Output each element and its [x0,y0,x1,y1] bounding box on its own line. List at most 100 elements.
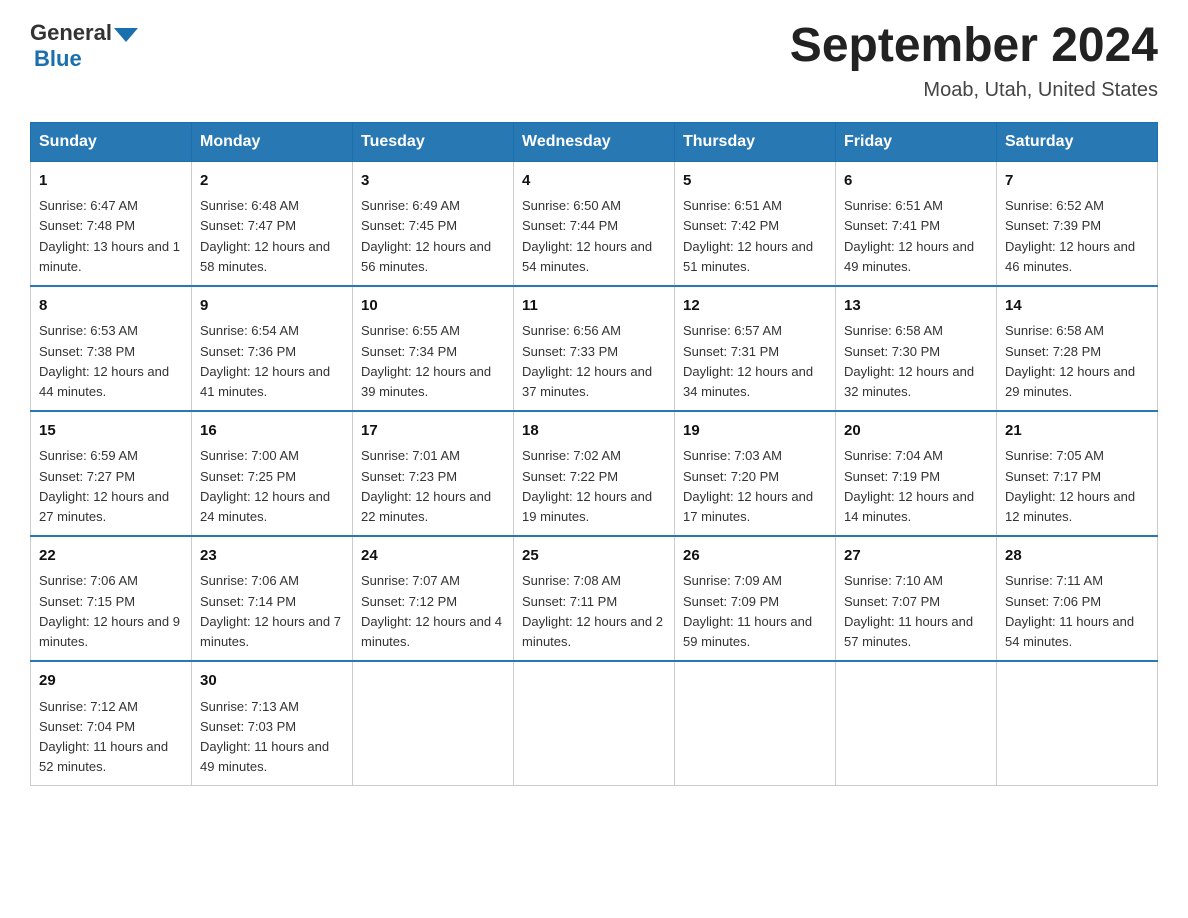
calendar-cell [997,661,1158,786]
column-header-saturday: Saturday [997,122,1158,161]
calendar-cell: 22Sunrise: 7:06 AMSunset: 7:15 PMDayligh… [31,536,192,661]
day-info: Sunrise: 6:51 AMSunset: 7:42 PMDaylight:… [683,196,827,277]
column-header-wednesday: Wednesday [514,122,675,161]
calendar-cell: 20 Sunrise: 7:04 AMSunset: 7:19 PMDayligh… [836,411,997,536]
calendar-cell: 4 Sunrise: 6:50 AMSunset: 7:44 PMDaylight… [514,161,675,286]
day-info: Sunrise: 6:54 AMSunset: 7:36 PMDaylight:… [200,321,344,402]
header-row: SundayMondayTuesdayWednesdayThursdayFrid… [31,122,1158,161]
day-info: Sunrise: 7:11 AMSunset: 7:06 PMDaylight:… [1005,571,1149,652]
day-info: Sunrise: 6:58 AMSunset: 7:30 PMDaylight:… [844,321,988,402]
day-number: 19 [683,420,827,443]
day-number: 14 [1005,295,1149,318]
day-number: 25 [522,545,666,568]
day-number: 8 [39,295,183,318]
calendar-cell [675,661,836,786]
page-header: General Blue September 2024 Moab, Utah, … [30,20,1158,102]
day-info: Sunrise: 7:12 AMSunset: 7:04 PMDaylight:… [39,697,183,778]
day-info: Sunrise: 6:49 AMSunset: 7:45 PMDaylight:… [361,196,505,277]
day-number: 22 [39,545,183,568]
day-info: Sunrise: 6:57 AMSunset: 7:31 PMDaylight:… [683,321,827,402]
logo-text-blue: Blue [34,46,82,72]
calendar-cell: 17 Sunrise: 7:01 AMSunset: 7:23 PMDayligh… [353,411,514,536]
column-header-monday: Monday [192,122,353,161]
calendar-cell [514,661,675,786]
logo-text-general: General [30,20,112,46]
title-section: September 2024 Moab, Utah, United States [790,20,1158,102]
calendar-cell: 29 Sunrise: 7:12 AMSunset: 7:04 PMDayligh… [31,661,192,786]
calendar-subtitle: Moab, Utah, United States [790,79,1158,102]
calendar-cell: 1 Sunrise: 6:47 AMSunset: 7:48 PMDaylight… [31,161,192,286]
day-number: 6 [844,170,988,193]
column-header-tuesday: Tuesday [353,122,514,161]
calendar-cell [353,661,514,786]
calendar-week-row: 22Sunrise: 7:06 AMSunset: 7:15 PMDayligh… [31,536,1158,661]
day-info: Sunrise: 6:52 AMSunset: 7:39 PMDaylight:… [1005,196,1149,277]
day-number: 15 [39,420,183,443]
day-info: Sunrise: 7:01 AMSunset: 7:23 PMDaylight:… [361,446,505,527]
calendar-cell: 15 Sunrise: 6:59 AMSunset: 7:27 PMDayligh… [31,411,192,536]
logo: General Blue [30,20,138,72]
day-info: Sunrise: 7:06 AMSunset: 7:14 PMDaylight:… [200,571,344,652]
calendar-cell: 21 Sunrise: 7:05 AMSunset: 7:17 PMDayligh… [997,411,1158,536]
day-number: 17 [361,420,505,443]
day-info: Sunrise: 6:47 AMSunset: 7:48 PMDaylight:… [39,196,183,277]
day-number: 7 [1005,170,1149,193]
calendar-cell: 10Sunrise: 6:55 AMSunset: 7:34 PMDayligh… [353,286,514,411]
day-number: 2 [200,170,344,193]
calendar-cell: 7 Sunrise: 6:52 AMSunset: 7:39 PMDaylight… [997,161,1158,286]
calendar-cell: 16 Sunrise: 7:00 AMSunset: 7:25 PMDayligh… [192,411,353,536]
calendar-cell: 14 Sunrise: 6:58 AMSunset: 7:28 PMDayligh… [997,286,1158,411]
calendar-cell: 27 Sunrise: 7:10 AMSunset: 7:07 PMDayligh… [836,536,997,661]
day-number: 5 [683,170,827,193]
calendar-cell: 3Sunrise: 6:49 AMSunset: 7:45 PMDaylight… [353,161,514,286]
day-info: Sunrise: 6:59 AMSunset: 7:27 PMDaylight:… [39,446,183,527]
day-info: Sunrise: 6:53 AMSunset: 7:38 PMDaylight:… [39,321,183,402]
day-info: Sunrise: 7:02 AMSunset: 7:22 PMDaylight:… [522,446,666,527]
day-info: Sunrise: 6:50 AMSunset: 7:44 PMDaylight:… [522,196,666,277]
day-number: 26 [683,545,827,568]
calendar-cell: 6 Sunrise: 6:51 AMSunset: 7:41 PMDaylight… [836,161,997,286]
calendar-cell: 8 Sunrise: 6:53 AMSunset: 7:38 PMDaylight… [31,286,192,411]
day-info: Sunrise: 6:58 AMSunset: 7:28 PMDaylight:… [1005,321,1149,402]
calendar-cell: 18 Sunrise: 7:02 AMSunset: 7:22 PMDayligh… [514,411,675,536]
calendar-cell: 13 Sunrise: 6:58 AMSunset: 7:30 PMDayligh… [836,286,997,411]
day-info: Sunrise: 7:00 AMSunset: 7:25 PMDaylight:… [200,446,344,527]
day-number: 28 [1005,545,1149,568]
calendar-table: SundayMondayTuesdayWednesdayThursdayFrid… [30,122,1158,786]
calendar-cell [836,661,997,786]
day-number: 23 [200,545,344,568]
column-header-friday: Friday [836,122,997,161]
day-number: 27 [844,545,988,568]
day-number: 29 [39,670,183,693]
calendar-cell: 30Sunrise: 7:13 AMSunset: 7:03 PMDayligh… [192,661,353,786]
day-number: 13 [844,295,988,318]
column-header-sunday: Sunday [31,122,192,161]
day-number: 1 [39,170,183,193]
day-info: Sunrise: 7:10 AMSunset: 7:07 PMDaylight:… [844,571,988,652]
calendar-cell: 26Sunrise: 7:09 AMSunset: 7:09 PMDayligh… [675,536,836,661]
day-number: 24 [361,545,505,568]
day-number: 20 [844,420,988,443]
day-info: Sunrise: 6:48 AMSunset: 7:47 PMDaylight:… [200,196,344,277]
calendar-week-row: 8 Sunrise: 6:53 AMSunset: 7:38 PMDaylight… [31,286,1158,411]
calendar-week-row: 29 Sunrise: 7:12 AMSunset: 7:04 PMDayligh… [31,661,1158,786]
day-info: Sunrise: 7:05 AMSunset: 7:17 PMDaylight:… [1005,446,1149,527]
day-number: 4 [522,170,666,193]
calendar-cell: 19Sunrise: 7:03 AMSunset: 7:20 PMDayligh… [675,411,836,536]
day-info: Sunrise: 6:51 AMSunset: 7:41 PMDaylight:… [844,196,988,277]
day-info: Sunrise: 6:55 AMSunset: 7:34 PMDaylight:… [361,321,505,402]
calendar-cell: 11 Sunrise: 6:56 AMSunset: 7:33 PMDayligh… [514,286,675,411]
logo-arrow-icon [114,28,138,42]
day-info: Sunrise: 6:56 AMSunset: 7:33 PMDaylight:… [522,321,666,402]
day-number: 16 [200,420,344,443]
calendar-header: SundayMondayTuesdayWednesdayThursdayFrid… [31,122,1158,161]
day-number: 21 [1005,420,1149,443]
day-number: 11 [522,295,666,318]
calendar-cell: 5 Sunrise: 6:51 AMSunset: 7:42 PMDaylight… [675,161,836,286]
day-number: 18 [522,420,666,443]
day-info: Sunrise: 7:07 AMSunset: 7:12 PMDaylight:… [361,571,505,652]
calendar-week-row: 15 Sunrise: 6:59 AMSunset: 7:27 PMDayligh… [31,411,1158,536]
day-info: Sunrise: 7:04 AMSunset: 7:19 PMDaylight:… [844,446,988,527]
calendar-cell: 2 Sunrise: 6:48 AMSunset: 7:47 PMDaylight… [192,161,353,286]
calendar-cell: 12Sunrise: 6:57 AMSunset: 7:31 PMDayligh… [675,286,836,411]
